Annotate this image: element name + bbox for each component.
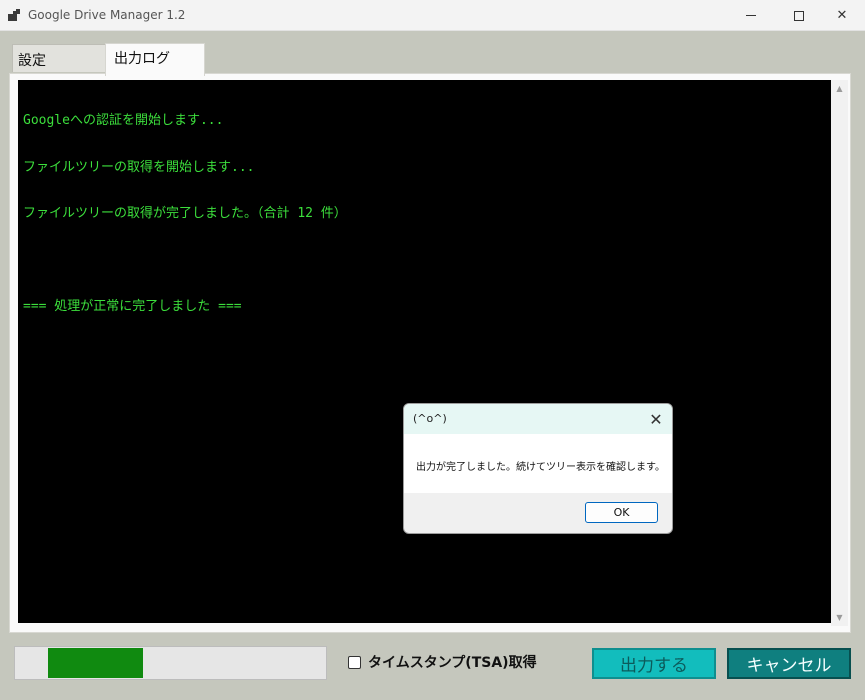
progress-bar [14,646,327,680]
output-button[interactable]: 出力する [592,648,716,679]
console-line: === 処理が正常に完了しました === [23,299,242,314]
maximize-icon [794,10,804,21]
dialog-title-bar: (^o^) ✕ [404,404,672,434]
minimize-icon [746,15,756,16]
console-line: ファイルツリーの取得が完了しました。（合計 12 件） [23,206,347,221]
tab-output-log-label: 出力ログ [114,51,170,67]
message-dialog: (^o^) ✕ 出力が完了しました。続けてツリー表示を確認します。 OK [403,403,673,534]
console-scrollbar[interactable]: ▲ ▼ [831,80,848,626]
window-title: Google Drive Manager 1.2 [28,8,186,22]
close-button[interactable]: ✕ [819,0,865,31]
console-line: Googleへの認証を開始します... [23,113,224,128]
tab-settings[interactable]: 設定 [12,44,106,72]
timestamp-checkbox[interactable] [348,656,361,669]
tab-settings-label: 設定 [18,53,46,69]
close-icon: ✕ [836,8,848,23]
title-bar: Google Drive Manager 1.2 ✕ [0,0,865,31]
app-icon [8,9,20,21]
close-icon: ✕ [649,409,663,429]
dialog-close-button[interactable]: ✕ [644,407,668,431]
cancel-button[interactable]: キャンセル [727,648,851,679]
maximize-button[interactable] [776,0,822,31]
dialog-message: 出力が完了しました。続けてツリー表示を確認します。 [416,462,665,473]
dialog-body: 出力が完了しました。続けてツリー表示を確認します。 [404,434,672,493]
console-line: ファイルツリーの取得を開始します... [23,159,255,175]
dialog-title: (^o^) [413,412,447,425]
dialog-ok-button[interactable]: OK [585,502,658,523]
timestamp-checkbox-label[interactable]: タイムスタンプ(TSA)取得 [368,652,537,672]
scroll-down-icon[interactable]: ▼ [831,609,848,626]
progress-fill [48,648,143,678]
output-console[interactable]: Googleへの認証を開始します... ファイルツリーの取得を開始します... … [18,80,831,623]
tab-output-log[interactable]: 出力ログ [105,43,205,76]
minimize-button[interactable] [728,0,774,31]
scroll-up-icon[interactable]: ▲ [831,80,848,97]
